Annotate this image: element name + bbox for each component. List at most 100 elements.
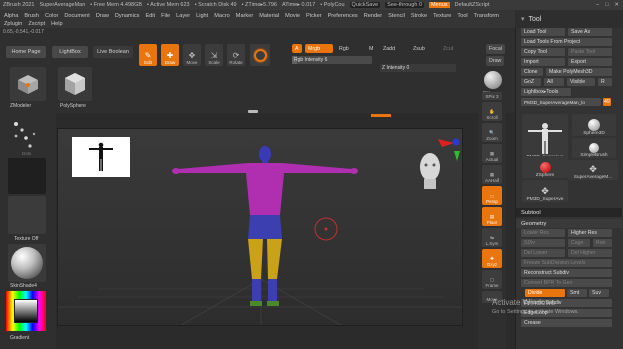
rstr-button[interactable]: Rstr: [593, 239, 612, 247]
menu-transform[interactable]: Transform: [474, 12, 499, 20]
color-picker[interactable]: [6, 291, 46, 331]
menu-render[interactable]: Render: [364, 12, 382, 20]
tool-thumb-zsphere[interactable]: ZSphere: [522, 156, 568, 178]
tool-thumb-sphere3d[interactable]: Sphere3D: [572, 114, 616, 136]
mrgb-toggle[interactable]: Mrgb: [305, 44, 333, 53]
maximize-icon[interactable]: □: [605, 2, 608, 8]
lightbox-button[interactable]: LightBox: [52, 46, 88, 58]
rotate-mode-button[interactable]: ⟳ Rotate: [227, 44, 245, 66]
quicksave-button[interactable]: QuickSave: [349, 2, 381, 8]
goz-button[interactable]: GoZ: [521, 78, 541, 86]
zadd-toggle[interactable]: Zadd: [380, 44, 398, 53]
rgb-intensity-slider[interactable]: Rgb Intensity 6: [292, 56, 372, 64]
save-as-button[interactable]: Save As: [568, 28, 612, 36]
lightbox-tools-button[interactable]: Lightbox▸Tools: [521, 88, 571, 96]
import-button[interactable]: Import: [521, 58, 565, 66]
brush-preview[interactable]: [250, 44, 270, 66]
clone-button[interactable]: Clone: [521, 68, 543, 76]
menu-dynamics[interactable]: Dynamics: [115, 12, 140, 20]
close-icon[interactable]: ✕: [614, 2, 619, 8]
local-symmetry-button[interactable]: ⇆ L.Sym: [482, 228, 502, 247]
menu-marker[interactable]: Marker: [236, 12, 253, 20]
a-toggle[interactable]: A: [292, 44, 302, 53]
goz-all-button[interactable]: All: [544, 78, 564, 86]
smt-toggle[interactable]: Smt: [567, 289, 587, 297]
higher-res-button[interactable]: Higher Res: [568, 229, 612, 237]
menu-document[interactable]: Document: [64, 12, 90, 20]
z-intensity-slider[interactable]: Z Intensity 0: [380, 64, 456, 72]
zoom-button[interactable]: 🔍 Zoom: [482, 123, 502, 142]
menus-button[interactable]: Menus: [429, 2, 450, 8]
menu-layer[interactable]: Layer: [176, 12, 190, 20]
menu-zscript[interactable]: Zscript: [28, 20, 45, 28]
menu-draw[interactable]: Draw: [96, 12, 109, 20]
texture-off-thumb[interactable]: [8, 196, 46, 234]
cage-button[interactable]: Cage: [568, 239, 590, 247]
crease-button[interactable]: Crease: [521, 319, 612, 327]
menu-tool[interactable]: Tool: [457, 12, 467, 20]
make-polymesh3d-button[interactable]: Make PolyMesh3D: [546, 68, 612, 76]
live-boolean-button[interactable]: Live Boolean: [93, 46, 133, 58]
subtool-section-header[interactable]: Subtool: [516, 208, 622, 217]
canvas-top-handle[interactable]: [371, 114, 391, 117]
goz-visible-button[interactable]: Visible: [567, 78, 595, 86]
stroke-dots-icon[interactable]: [8, 118, 44, 154]
edit-mode-button[interactable]: ✎ Edit: [139, 44, 157, 66]
focal-shift-slider[interactable]: Focal: [486, 44, 505, 54]
menu-file[interactable]: File: [161, 12, 170, 20]
home-page-button[interactable]: Home Page: [6, 46, 46, 58]
scale-mode-button[interactable]: ⇲ Scale: [205, 44, 223, 66]
reconstruct-subdiv-button[interactable]: Reconstruct Subdiv: [521, 269, 612, 277]
persp-button[interactable]: □ Persp: [482, 186, 502, 205]
menu-light[interactable]: Light: [196, 12, 208, 20]
tool-thumb-superaverageman-2[interactable]: ✥ SuperAverageM...: [568, 160, 618, 180]
geometry-section-header[interactable]: Geometry: [516, 219, 622, 228]
menu-edit[interactable]: Edit: [145, 12, 155, 20]
scroll-button[interactable]: ✋ Scroll: [482, 102, 502, 121]
menu-zplugin[interactable]: Zplugin: [4, 20, 22, 28]
del-higher-button[interactable]: Del Higher: [568, 249, 612, 257]
suv-toggle[interactable]: Suv: [589, 289, 609, 297]
minimize-icon[interactable]: –: [596, 2, 599, 8]
menu-stroke[interactable]: Stroke: [411, 12, 427, 20]
document-canvas[interactable]: [57, 128, 463, 326]
del-lower-button[interactable]: Del Lower: [521, 249, 565, 257]
move-mode-button[interactable]: ✥ Move: [183, 44, 201, 66]
tool-thumb-superaverageman-3[interactable]: ✥ PM3D_SuperAve: [522, 180, 568, 202]
gxyz-button[interactable]: ✚ Gxyz: [482, 249, 502, 268]
menu-preferences[interactable]: Preferences: [328, 12, 358, 20]
menu-movie[interactable]: Movie: [285, 12, 300, 20]
polysphere-tool-thumb[interactable]: [58, 67, 92, 101]
aahalf-button[interactable]: ▦ AAHalf: [482, 165, 502, 184]
export-button[interactable]: Export: [568, 58, 612, 66]
menu-stencil[interactable]: Stencil: [388, 12, 405, 20]
zcut-toggle[interactable]: Zcut: [440, 44, 456, 53]
copy-tool-button[interactable]: Copy Tool: [521, 48, 565, 56]
floor-button[interactable]: ▤ Floor: [482, 207, 502, 226]
lower-res-button[interactable]: Lower Res: [521, 229, 565, 237]
convert-bpr-button[interactable]: Convert BPR To Geo: [521, 279, 612, 287]
menu-alpha[interactable]: Alpha: [4, 12, 18, 20]
sdiv-slider[interactable]: SDiv: [521, 239, 565, 247]
m-toggle[interactable]: M: [366, 44, 376, 53]
bpr-render-button[interactable]: [484, 71, 502, 89]
frame-button[interactable]: ▢ Frame: [482, 270, 502, 289]
menu-picker[interactable]: Picker: [306, 12, 322, 20]
zmodeler-tool-thumb[interactable]: [10, 67, 46, 101]
load-tools-from-project-button[interactable]: Load Tools From Project: [521, 38, 612, 46]
load-tool-button[interactable]: Load Tool: [521, 28, 565, 36]
zsub-toggle[interactable]: Zsub: [410, 44, 428, 53]
menu-color[interactable]: Color: [45, 12, 58, 20]
menu-brush[interactable]: Brush: [24, 12, 39, 20]
paste-tool-button[interactable]: Paste Tool: [568, 48, 612, 56]
material-thumb[interactable]: [8, 244, 46, 282]
current-tool-slider[interactable]: PM3D_SuperAverageMan_lo: [521, 98, 601, 106]
menu-macro[interactable]: Macro: [214, 12, 230, 20]
actual-button[interactable]: ▦ Actual: [482, 144, 502, 163]
freeze-subdivision-button[interactable]: Freeze SubDivision Levels: [521, 259, 612, 267]
draw-size-slider[interactable]: Draw: [486, 56, 505, 66]
shade-square[interactable]: [14, 299, 38, 323]
tool-thumb-superaverageman[interactable]: PM3D_SuperAve: [522, 114, 568, 160]
rgb-toggle[interactable]: Rgb: [336, 44, 352, 53]
tool-thumb-simplebrush[interactable]: SimpleBrush: [572, 138, 616, 158]
